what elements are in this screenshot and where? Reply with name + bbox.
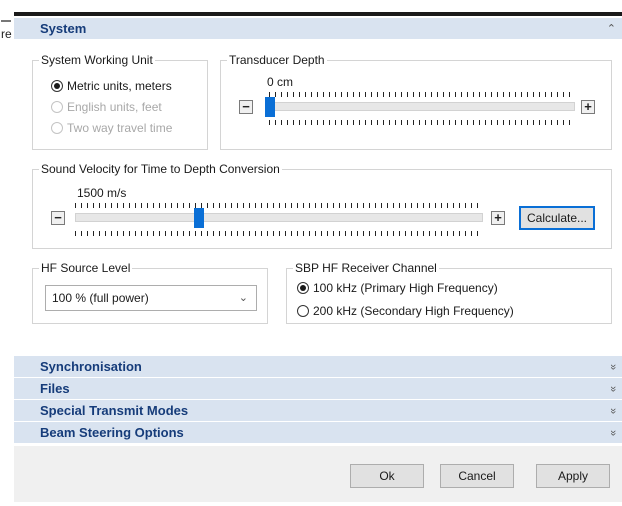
radio-100khz-button[interactable]: [297, 282, 309, 294]
transducer-depth-slider-thumb[interactable]: [265, 97, 275, 117]
sound-velocity-plus-button[interactable]: +: [491, 211, 505, 225]
transducer-depth-label: Transducer Depth: [227, 53, 327, 67]
transducer-depth-value: 0 cm: [267, 75, 294, 89]
sound-velocity-value: 1500 m/s: [77, 186, 127, 200]
sbp-channel-group: SBP HF Receiver Channel 100 kHz (Primary…: [286, 261, 612, 324]
hf-source-selected: 100 % (full power): [52, 291, 149, 305]
radio-metric-button[interactable]: [51, 80, 63, 92]
radio-200khz[interactable]: 200 kHz (Secondary High Frequency): [297, 302, 514, 320]
dropdown-arrow-icon[interactable]: ⌄: [239, 286, 248, 310]
working-unit-label: System Working Unit: [39, 53, 155, 67]
radio-english: English units, feet: [51, 98, 162, 116]
radio-200khz-label: 200 kHz (Secondary High Frequency): [313, 304, 514, 318]
calculate-button[interactable]: Calculate...: [519, 206, 595, 230]
cancel-button[interactable]: Cancel: [440, 464, 514, 488]
expand-chevron-icon[interactable]: »: [602, 408, 622, 414]
left-edge-dash: [1, 20, 11, 22]
sound-velocity-ticks-bottom: [75, 231, 479, 236]
sound-velocity-ticks-top: [75, 203, 479, 208]
section-header-files[interactable]: Files »: [14, 378, 622, 400]
sbp-channel-label: SBP HF Receiver Channel: [293, 261, 439, 275]
hf-source-group: HF Source Level 100 % (full power) ⌄: [32, 261, 268, 324]
radio-twoway: Two way travel time: [51, 119, 172, 137]
radio-200khz-button[interactable]: [297, 305, 309, 317]
section-title-files: Files: [40, 381, 70, 396]
sound-velocity-minus-button[interactable]: −: [51, 211, 65, 225]
section-title-synchronisation: Synchronisation: [40, 359, 142, 374]
sound-velocity-label: Sound Velocity for Time to Depth Convers…: [39, 162, 282, 176]
radio-twoway-label: Two way travel time: [67, 121, 173, 135]
section-header-system[interactable]: System ⌃: [14, 18, 622, 40]
section-title-special-transmit: Special Transmit Modes: [40, 403, 189, 418]
radio-english-button: [51, 101, 63, 113]
hf-source-select[interactable]: 100 % (full power) ⌄: [45, 285, 257, 311]
hf-source-label: HF Source Level: [39, 261, 133, 275]
radio-100khz-label: 100 kHz (Primary High Frequency): [313, 281, 498, 295]
transducer-depth-ticks-bottom: [269, 120, 571, 125]
collapse-chevron-icon[interactable]: ⌃: [607, 18, 616, 40]
expand-chevron-icon[interactable]: »: [602, 430, 622, 436]
expand-chevron-icon[interactable]: »: [602, 364, 622, 370]
sound-velocity-group: Sound Velocity for Time to Depth Convers…: [32, 162, 612, 249]
sound-velocity-slider-track[interactable]: [75, 213, 483, 222]
transducer-depth-group: Transducer Depth 0 cm − +: [220, 53, 612, 150]
section-title-system: System: [40, 21, 87, 36]
radio-metric-label: Metric units, meters: [67, 79, 172, 93]
section-header-beam-steering[interactable]: Beam Steering Options »: [14, 422, 622, 444]
section-header-special-transmit[interactable]: Special Transmit Modes »: [14, 400, 622, 422]
transducer-depth-ticks-top: [269, 92, 571, 97]
transducer-depth-minus-button[interactable]: −: [239, 100, 253, 114]
apply-button[interactable]: Apply: [536, 464, 610, 488]
radio-twoway-button: [51, 122, 63, 134]
dialog-footer: Ok Cancel Apply: [14, 446, 622, 502]
working-unit-group: System Working Unit Metric units, meters…: [32, 53, 208, 150]
left-window-edge: re: [0, 18, 14, 48]
radio-100khz[interactable]: 100 kHz (Primary High Frequency): [297, 279, 498, 297]
ok-button[interactable]: Ok: [350, 464, 424, 488]
section-header-synchronisation[interactable]: Synchronisation »: [14, 356, 622, 378]
transducer-depth-plus-button[interactable]: +: [581, 100, 595, 114]
section-title-beam-steering: Beam Steering Options: [40, 425, 184, 440]
radio-english-label: English units, feet: [67, 100, 162, 114]
radio-metric[interactable]: Metric units, meters: [51, 77, 172, 95]
left-edge-text: re: [1, 27, 12, 41]
sound-velocity-slider-thumb[interactable]: [194, 208, 205, 228]
window-top-border: [14, 12, 622, 16]
expand-chevron-icon[interactable]: »: [602, 386, 622, 392]
transducer-depth-slider-track[interactable]: [269, 102, 575, 111]
